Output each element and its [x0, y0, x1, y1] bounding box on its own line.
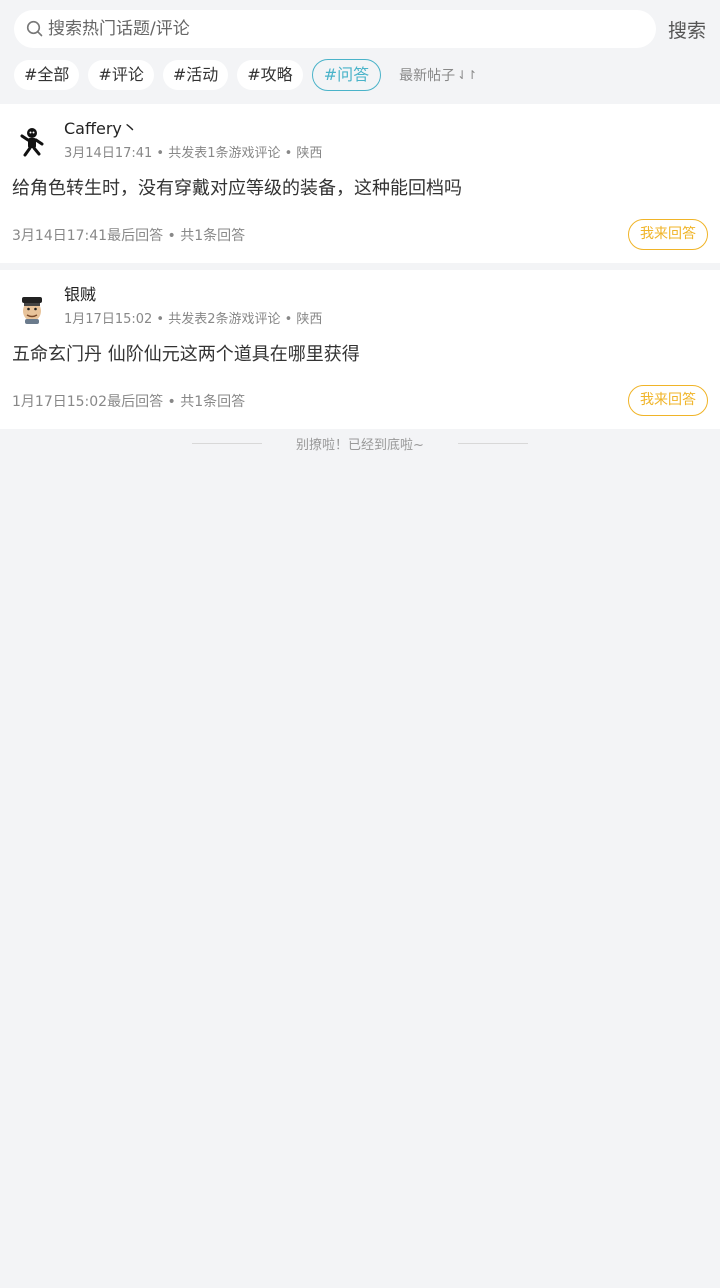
post-header: 银贼 1月17日15:02 • 共发表2条游戏评论 • 陕西 [12, 284, 708, 329]
post-title[interactable]: 给角色转生时，没有穿戴对应等级的装备，这种能回档吗 [12, 177, 708, 201]
divider [192, 442, 263, 444]
answer-button[interactable]: 我来回答 [628, 219, 708, 250]
search-row: 搜索 [14, 10, 706, 48]
tag-all[interactable]: #全部 [14, 60, 80, 90]
post-header: Caffery丶 3月14日17:41 • 共发表1条游戏评论 • 陕西 [12, 118, 708, 163]
tag-review[interactable]: #评论 [88, 60, 154, 90]
avatar[interactable] [12, 288, 52, 328]
tag-qa[interactable]: #问答 [311, 59, 382, 91]
tag-filter-row: #全部 #评论 #活动 #攻略 #问答 最新帖子 ⇃↾ [14, 59, 706, 91]
divider [457, 442, 528, 444]
post-title[interactable]: 五命玄门丹 仙阶仙元这两个道具在哪里获得 [12, 343, 708, 367]
sort-dropdown[interactable]: 最新帖子 ⇃↾ [399, 65, 477, 85]
user-name[interactable]: Caffery丶 [64, 118, 708, 140]
sort-label: 最新帖子 [399, 68, 456, 84]
tag-guide[interactable]: #攻略 [237, 60, 303, 90]
header: 搜索 #全部 #评论 #活动 #攻略 #问答 最新帖子 ⇃↾ [0, 0, 720, 91]
user-meta: 3月14日17:41 • 共发表1条游戏评论 • 陕西 [64, 146, 323, 161]
sort-arrows-icon: ⇃↾ [457, 68, 478, 82]
list-item[interactable]: Caffery丶 3月14日17:41 • 共发表1条游戏评论 • 陕西 给角色… [0, 104, 720, 263]
user-info: Caffery丶 3月14日17:41 • 共发表1条游戏评论 • 陕西 [64, 118, 708, 163]
search-input[interactable] [48, 19, 656, 39]
post-footer-text: 1月17日15:02最后回答 • 共1条回答 [12, 393, 246, 410]
search-icon [26, 20, 44, 38]
end-of-list-indicator: 别撩啦！已经到底啦~ [0, 429, 720, 457]
tag-event[interactable]: #活动 [162, 60, 229, 90]
search-box[interactable] [14, 10, 656, 48]
user-meta: 1月17日15:02 • 共发表2条游戏评论 • 陕西 [64, 312, 323, 327]
search-button[interactable]: 搜索 [668, 16, 706, 43]
user-info: 银贼 1月17日15:02 • 共发表2条游戏评论 • 陕西 [64, 284, 708, 329]
list-item[interactable]: 银贼 1月17日15:02 • 共发表2条游戏评论 • 陕西 五命玄门丹 仙阶仙… [0, 270, 720, 429]
avatar[interactable] [12, 122, 52, 162]
answer-button[interactable]: 我来回答 [628, 385, 708, 416]
post-footer: 3月14日17:41最后回答 • 共1条回答 我来回答 [12, 219, 708, 250]
end-of-list-text: 别撩啦！已经到底啦~ [296, 437, 424, 453]
post-footer-text: 3月14日17:41最后回答 • 共1条回答 [12, 227, 246, 244]
post-list: Caffery丶 3月14日17:41 • 共发表1条游戏评论 • 陕西 给角色… [0, 104, 720, 429]
user-name[interactable]: 银贼 [64, 284, 708, 306]
post-footer: 1月17日15:02最后回答 • 共1条回答 我来回答 [12, 385, 708, 416]
